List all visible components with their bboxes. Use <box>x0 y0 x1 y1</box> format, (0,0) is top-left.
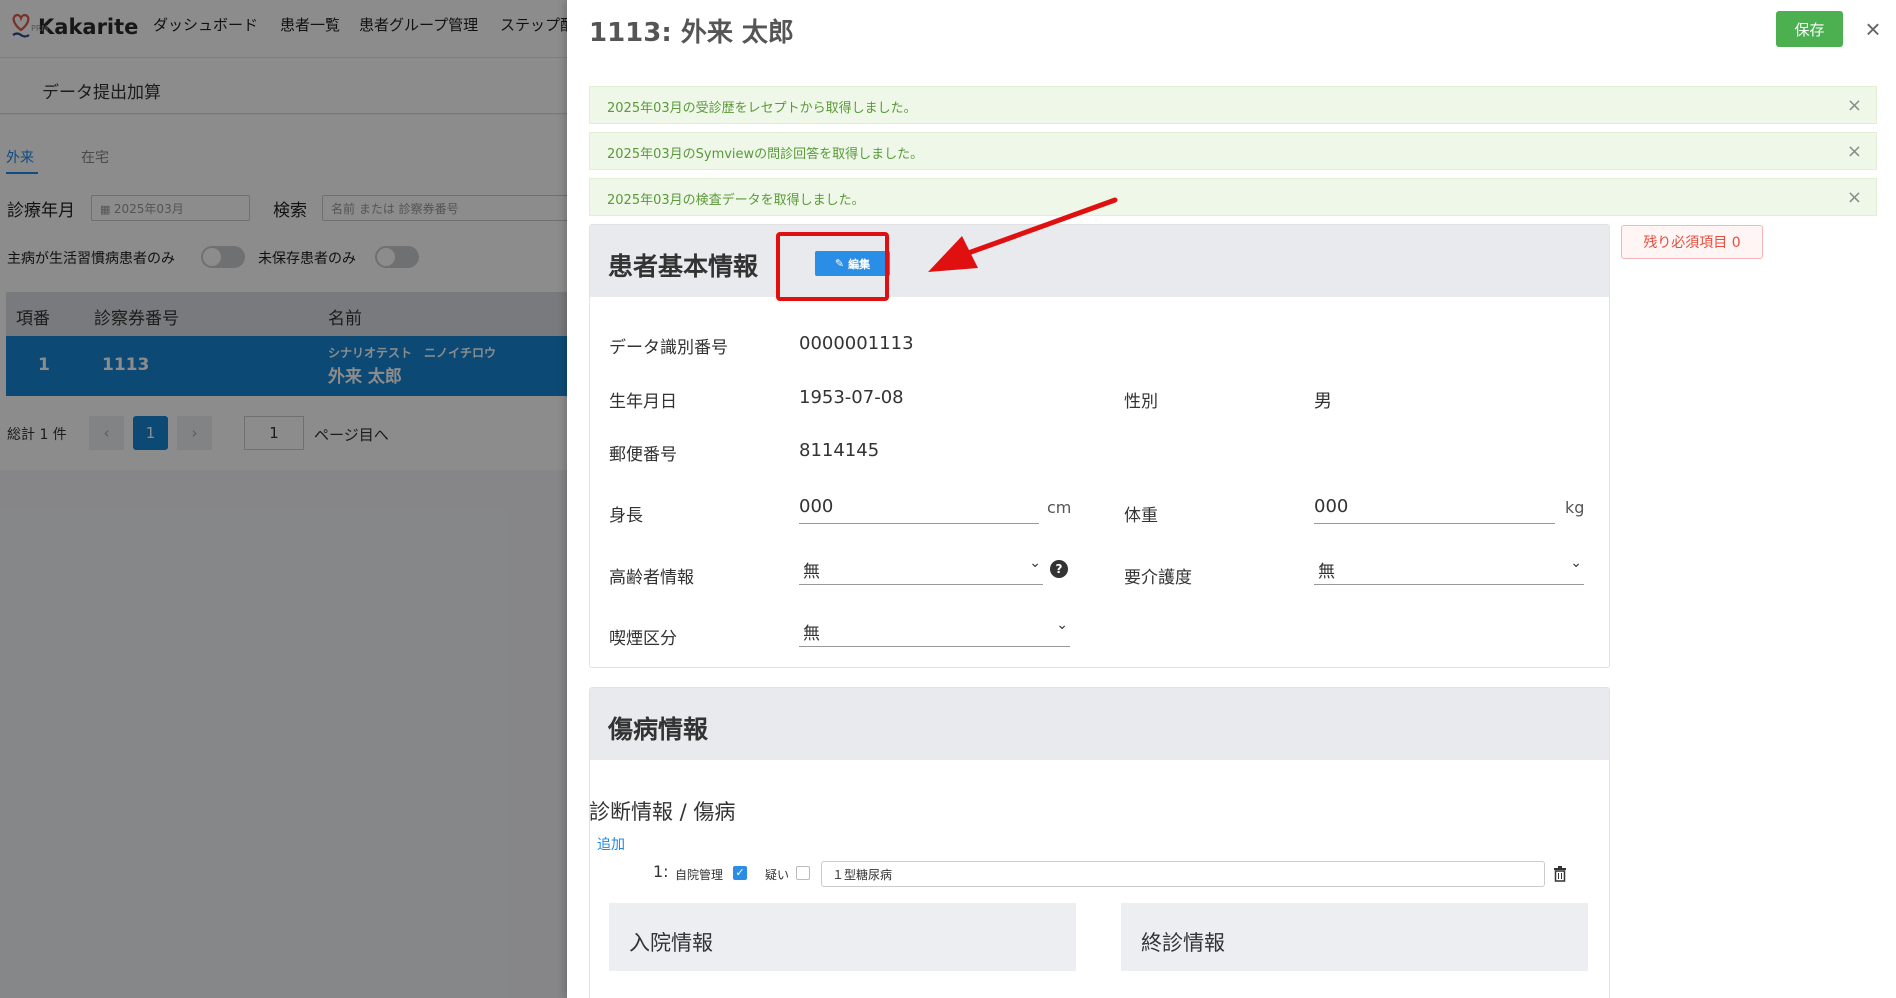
elderly-select[interactable]: 無 ⌄ <box>799 555 1043 585</box>
care-level-value: 無 <box>1318 562 1335 582</box>
birth-label: 生年月日 <box>609 392 677 412</box>
help-icon[interactable]: ? <box>1050 560 1068 578</box>
height-unit: cm <box>1047 498 1072 517</box>
remaining-required-badge: 残り必須項目 0 <box>1621 225 1763 259</box>
admission-card: 入院情報 <box>609 903 1076 998</box>
close-icon[interactable]: × <box>1859 14 1887 44</box>
suspect-label: 疑い <box>765 868 790 882</box>
weight-label: 体重 <box>1124 506 1158 526</box>
subcard-header: 終診情報 <box>1121 903 1588 971</box>
add-disease-link[interactable]: 追加 <box>597 834 625 854</box>
sex-label: 性別 <box>1124 392 1158 412</box>
alert-text: 2025年03月の検査データを取得しました。 <box>607 193 865 208</box>
alert-text: 2025年03月のSymviewの問診回答を取得しました。 <box>607 147 924 162</box>
zip-label: 郵便番号 <box>609 445 677 465</box>
sex-value: 男 <box>1314 391 1332 412</box>
save-button[interactable]: 保存 <box>1776 11 1843 47</box>
card-title: 患者基本情報 <box>608 252 759 281</box>
height-input[interactable] <box>799 496 1039 524</box>
alert-lab-data: 2025年03月の検査データを取得しました。 × <box>589 178 1877 216</box>
smoking-label: 喫煙区分 <box>609 629 677 649</box>
elderly-value: 無 <box>803 562 820 582</box>
final-exam-title: 終診情報 <box>1141 931 1225 955</box>
alert-symview: 2025年03月のSymviewの問診回答を取得しました。 × <box>589 132 1877 170</box>
own-management-checkbox[interactable]: ✓ <box>733 866 747 880</box>
weight-input[interactable] <box>1314 496 1555 524</box>
own-management-label: 自院管理 <box>675 868 724 882</box>
chevron-down-icon: ⌄ <box>1056 617 1068 633</box>
zip-value: 8114145 <box>799 440 880 461</box>
final-exam-card: 終診情報 <box>1121 903 1588 998</box>
smoking-value: 無 <box>803 624 820 644</box>
data-id-value: 0000001113 <box>799 333 914 354</box>
disease-row-number: 1: <box>653 862 669 881</box>
patient-basic-card: 患者基本情報 <box>589 224 1610 668</box>
close-icon[interactable]: × <box>1847 141 1862 162</box>
highlight-box <box>776 232 889 301</box>
chevron-down-icon: ⌄ <box>1570 555 1582 571</box>
drawer-title: 1113: 外来 太郎 <box>589 18 794 48</box>
disease-name-input[interactable] <box>821 861 1545 887</box>
patient-drawer: 1113: 外来 太郎 保存 × 2025年03月の受診歴をレセプトから取得しま… <box>567 0 1896 998</box>
alert-text: 2025年03月の受診歴をレセプトから取得しました。 <box>607 101 917 116</box>
height-label: 身長 <box>609 506 643 526</box>
subcard-header: 入院情報 <box>609 903 1076 971</box>
data-id-label: データ識別番号 <box>609 338 728 358</box>
alert-receipt: 2025年03月の受診歴をレセプトから取得しました。 × <box>589 86 1877 124</box>
elderly-label: 高齢者情報 <box>609 568 694 588</box>
modal-overlay[interactable] <box>0 0 567 998</box>
annotation-arrow-icon <box>928 197 1118 272</box>
close-icon[interactable]: × <box>1847 187 1862 208</box>
diagnosis-heading: 診断情報 / 傷病 <box>589 800 736 824</box>
care-level-label: 要介護度 <box>1124 568 1192 588</box>
suspect-checkbox[interactable] <box>796 866 810 880</box>
card-header: 傷病情報 <box>590 688 1609 760</box>
trash-icon[interactable] <box>1553 866 1567 882</box>
weight-unit: kg <box>1565 498 1585 517</box>
smoking-select[interactable]: 無 ⌄ <box>799 617 1070 647</box>
card-title: 傷病情報 <box>608 715 709 744</box>
close-icon[interactable]: × <box>1847 95 1862 116</box>
care-level-select[interactable]: 無 ⌄ <box>1314 555 1584 585</box>
admission-title: 入院情報 <box>629 931 713 955</box>
chevron-down-icon: ⌄ <box>1029 555 1041 571</box>
birth-value: 1953-07-08 <box>799 387 904 408</box>
